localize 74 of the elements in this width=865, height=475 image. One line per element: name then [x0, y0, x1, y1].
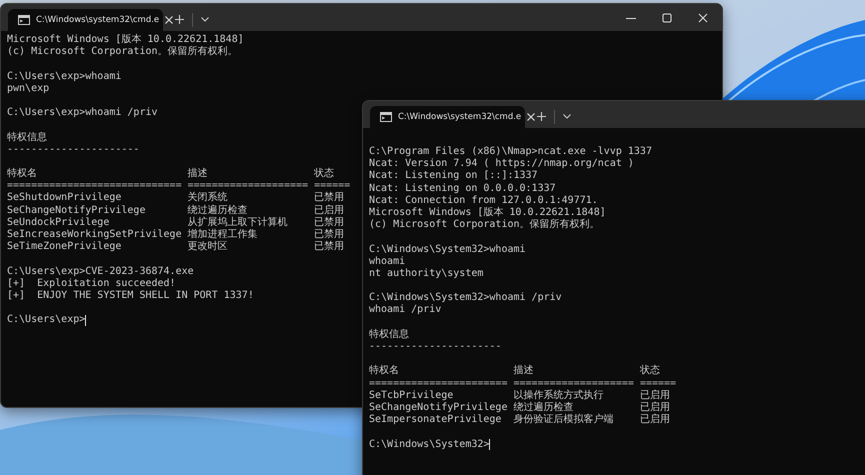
console-line: nt authority\system: [369, 268, 484, 280]
privilege-name: SeShutdownPrivilege: [7, 192, 122, 205]
column-header: 状态: [314, 168, 336, 180]
privilege-name: SeChangeNotifyPrivilege: [369, 402, 508, 414]
privilege-name: SeUndockPrivilege: [7, 216, 110, 229]
terminal-icon[interactable]: [18, 15, 30, 25]
header-rule: =============================: [7, 180, 182, 192]
console-line: whoami: [369, 256, 406, 268]
terminal-icon[interactable]: [380, 112, 392, 122]
console-line: C:\Users\exp>CVE-2023-36874.exe: [7, 266, 194, 278]
privilege-description: 增加进程工作集: [188, 229, 259, 240]
column-header: 特权名: [369, 365, 400, 378]
privilege-description: 绕过遍历检查: [188, 204, 249, 216]
console-line: Microsoft Windows [版本 10.0.22621.1848]: [369, 206, 606, 218]
console-line: [+] Exploitation succeeded!: [7, 278, 176, 290]
console-line: C:\Users\exp>whoami: [7, 70, 122, 83]
console-line: ----------------------: [7, 144, 140, 156]
console-line: pwn\exp: [7, 82, 50, 95]
console-line: 特权信息: [369, 328, 409, 341]
privilege-description: 绕过遍历检查: [514, 402, 574, 414]
privilege-state: 已启用: [640, 414, 671, 426]
console-line: [+] ENJOY THE SYSTEM SHELL IN PORT 1337!: [7, 290, 254, 302]
privilege-state: 已启用: [640, 402, 671, 414]
privilege-state: 已禁用: [314, 229, 346, 240]
privilege-name: SeImpersonatePrivilege: [369, 414, 502, 426]
privilege-state: 已禁用: [314, 216, 346, 228]
column-header: 描述: [188, 168, 209, 180]
text-cursor: [489, 439, 490, 450]
privilege-state: 已禁用: [314, 192, 346, 204]
console-line: (c) Microsoft Corporation。保留所有权利。: [7, 46, 238, 58]
close-icon[interactable]: [527, 113, 536, 121]
header-rule: =======================: [369, 378, 508, 390]
console-line: C:\Users\exp>whoami /priv: [7, 107, 158, 120]
console-line: ----------------------: [369, 341, 502, 354]
command-prompt[interactable]: C:\Windows\System32>: [369, 438, 490, 451]
close-icon[interactable]: [165, 16, 174, 24]
text-cursor: [85, 314, 86, 326]
privilege-description: 以操作系统方式执行: [514, 390, 604, 402]
privilege-state: 已启用: [640, 390, 671, 402]
plus-icon[interactable]: [537, 112, 546, 121]
console-line: C:\Windows\System32>whoami: [369, 244, 526, 256]
header-rule: ====================: [188, 180, 308, 192]
console-line: Microsoft Windows [版本 10.0.22621.1848]: [7, 34, 244, 46]
command-prompt[interactable]: C:\Users\exp>: [7, 314, 86, 327]
privilege-state: 已启用: [314, 204, 346, 216]
header-rule: ======: [640, 378, 676, 390]
console-line: C:\Program Files (x86)\Nmap>ncat.exe -lvvp 1337: [369, 146, 652, 158]
column-header: 描述: [514, 365, 534, 378]
console-line: Ncat: Version 7.94 ( https://nmap.org/ncat ): [369, 158, 634, 170]
privilege-name: SeIncreaseWorkingSetPrivilege: [7, 229, 182, 241]
column-header: 状态: [640, 365, 661, 378]
maximize-icon[interactable]: [662, 13, 672, 23]
privilege-state: 已禁用: [314, 241, 346, 254]
console-line: Ncat: Listening on [::]:1337: [369, 170, 538, 183]
privilege-name: SeTimeZonePrivilege: [7, 241, 122, 254]
console-line: 特权信息: [7, 132, 47, 144]
console-line: Ncat: Connection from 127.0.0.1:49771.: [369, 194, 598, 206]
header-rule: ====================: [514, 378, 634, 390]
column-header: 特权名: [7, 168, 38, 180]
privilege-description: 更改时区: [188, 241, 229, 254]
privilege-description: 关闭系统: [188, 192, 229, 204]
chevron-down-icon[interactable]: [201, 17, 209, 22]
privilege-description: 身份验证后模拟客户端: [514, 414, 614, 426]
header-rule: ======: [314, 180, 350, 192]
plus-icon[interactable]: [175, 15, 184, 24]
chevron-down-icon[interactable]: [563, 114, 571, 119]
console-line: whoami /priv: [369, 304, 442, 317]
console-line: C:\Windows\System32>whoami /priv: [369, 292, 562, 304]
privilege-name: SeChangeNotifyPrivilege: [7, 204, 146, 217]
privilege-description: 从扩展坞上取下计算机: [188, 216, 289, 228]
console-line: (c) Microsoft Corporation。保留所有权利。: [369, 219, 600, 232]
privilege-name: SeTcbPrivilege: [369, 390, 454, 402]
console-line: Ncat: Listening on 0.0.0.0:1337: [369, 182, 556, 195]
close-icon[interactable]: [698, 13, 708, 23]
